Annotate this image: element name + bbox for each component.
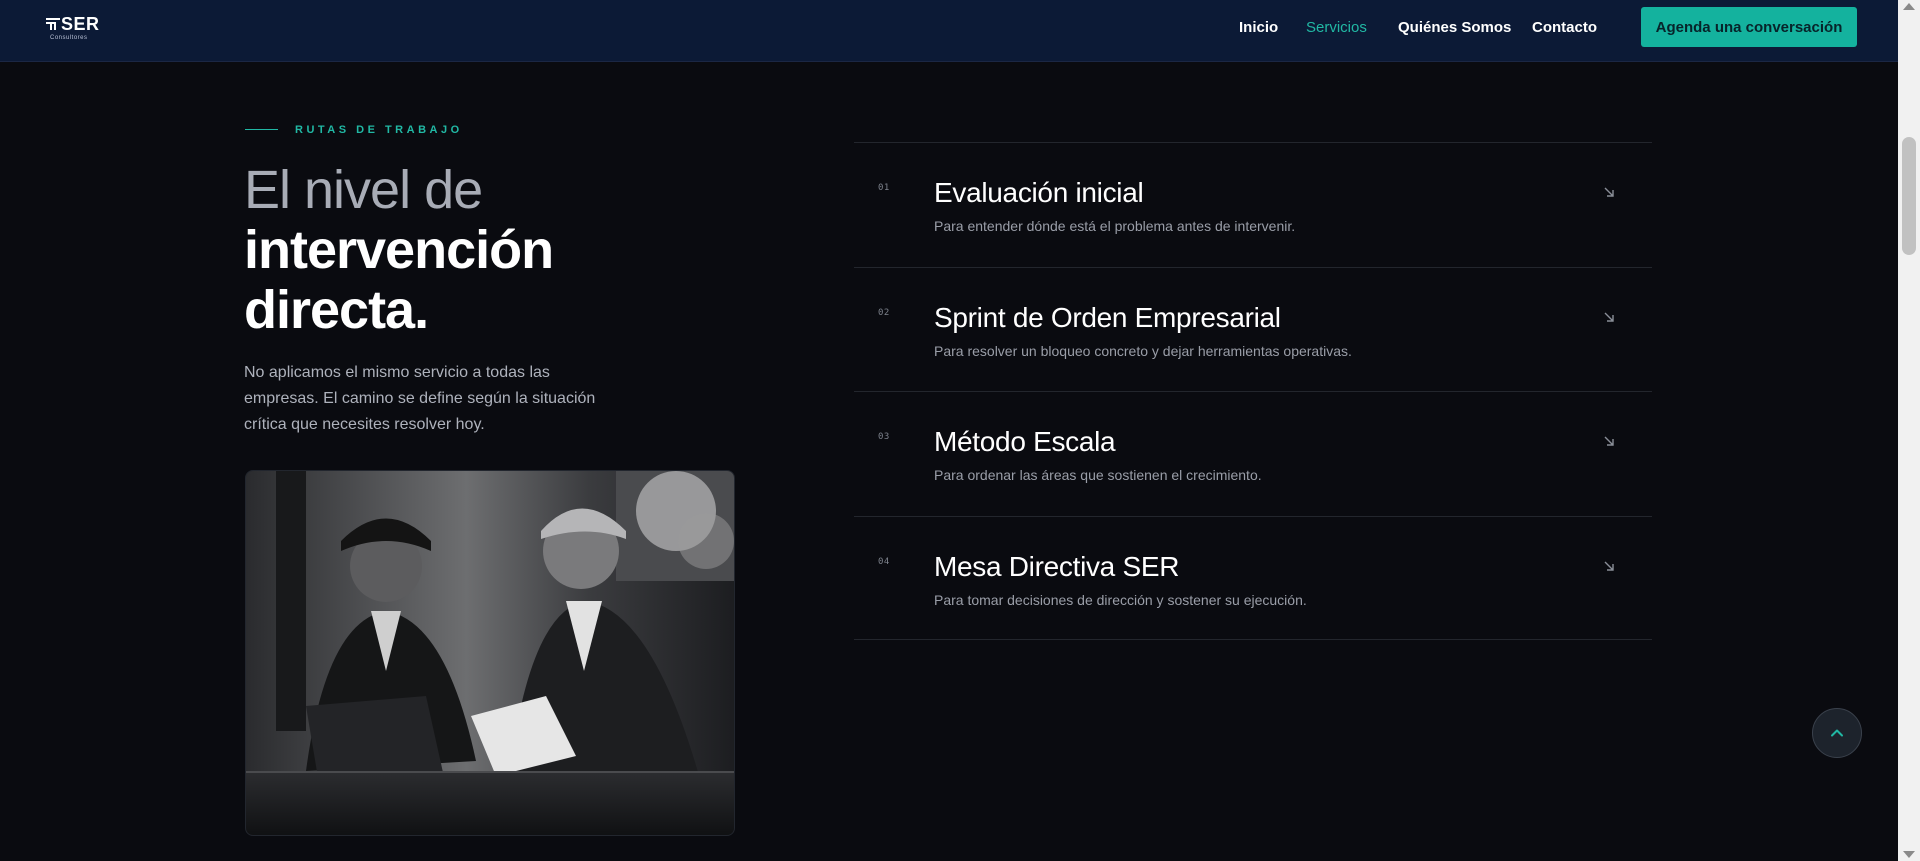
headline-light: El nivel de — [244, 160, 483, 220]
page-scrollbar[interactable] — [1898, 0, 1920, 861]
logo-subtext: Consultores — [50, 35, 88, 41]
nav-contacto[interactable]: Contacto — [1532, 19, 1597, 37]
route-description: Para tomar decisiones de dirección y sos… — [934, 591, 1307, 608]
logo-text: SER — [61, 14, 100, 34]
route-item[interactable]: 04 Mesa Directiva SER Para tomar decisio… — [854, 515, 1652, 640]
scroll-down-arrow-icon[interactable] — [1903, 851, 1915, 858]
route-title: Sprint de Orden Empresarial — [934, 301, 1281, 333]
section-eyebrow: RUTAS DE TRABAJO — [295, 124, 463, 136]
arrow-down-right-icon — [1604, 436, 1614, 446]
arrow-down-right-icon — [1604, 561, 1614, 571]
route-title: Método Escala — [934, 426, 1116, 457]
route-item[interactable]: 02 Sprint de Orden Empresarial Para reso… — [854, 266, 1652, 392]
route-number: 04 — [878, 556, 890, 567]
section-intro: No aplicamos el mismo servicio a todas l… — [244, 364, 596, 433]
route-title: Evaluación inicial — [934, 177, 1144, 208]
ser-logo[interactable]: SER Consultores — [46, 14, 106, 44]
back-to-top-button[interactable] — [1812, 708, 1862, 758]
headline-bold-line-2: directa. — [244, 280, 429, 340]
section-headline: El nivel de intervención directa. — [244, 160, 554, 340]
arrow-down-right-icon — [1604, 187, 1614, 197]
headline-bold-line-1: intervención — [244, 220, 554, 280]
logo-mark-icon — [46, 18, 60, 30]
nav-quienes-somos[interactable]: Quiénes Somos — [1398, 19, 1511, 37]
schedule-conversation-button[interactable]: Agenda una conversación — [1641, 7, 1857, 47]
eyebrow-line — [245, 129, 278, 130]
nav-inicio[interactable]: Inicio — [1239, 19, 1278, 37]
route-title: Mesa Directiva SER — [934, 550, 1180, 582]
route-number: 03 — [878, 432, 890, 442]
route-number: 02 — [878, 307, 890, 318]
arrow-down-right-icon — [1604, 312, 1614, 322]
route-number: 01 — [878, 183, 890, 193]
meeting-photo-illustration — [246, 471, 734, 835]
scrollbar-thumb[interactable] — [1902, 137, 1916, 255]
scroll-up-arrow-icon[interactable] — [1903, 3, 1915, 10]
route-description: Para resolver un bloqueo concreto y deja… — [934, 342, 1352, 359]
route-item[interactable]: 03 Método Escala Para ordenar las áreas … — [854, 391, 1652, 516]
chevron-up-icon — [1831, 729, 1843, 737]
consultants-meeting-photo — [245, 470, 735, 836]
nav-servicios[interactable]: Servicios — [1306, 19, 1367, 37]
route-description: Para entender dónde está el problema ant… — [934, 218, 1296, 234]
routes-list: 01 Evaluación inicial Para entender dónd… — [854, 142, 1652, 640]
site-header: SER Consultores Inicio Servicios Quiénes… — [0, 0, 1898, 62]
route-item[interactable]: 01 Evaluación inicial Para entender dónd… — [854, 142, 1652, 267]
route-description: Para ordenar las áreas que sostienen el … — [934, 467, 1262, 483]
